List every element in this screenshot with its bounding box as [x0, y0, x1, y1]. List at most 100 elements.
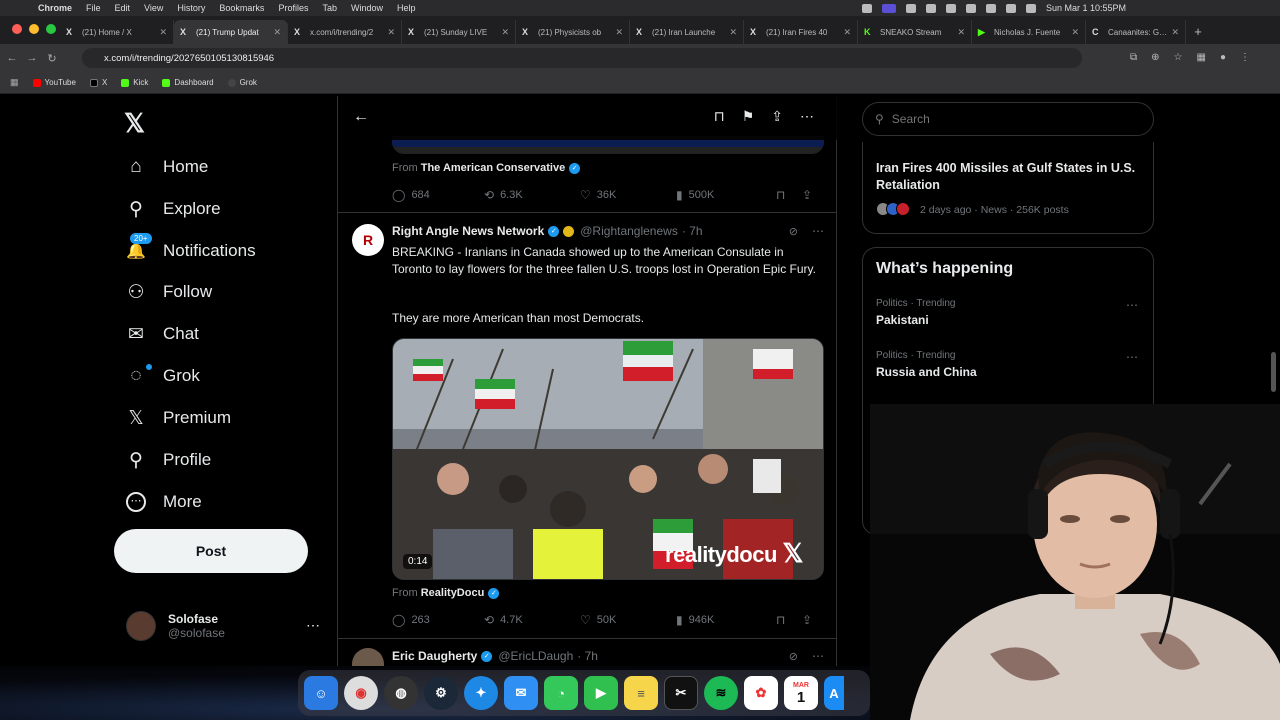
account-more-icon[interactable]: ⋯ [306, 617, 320, 634]
zoom-window-button[interactable] [46, 24, 56, 34]
browser-tab[interactable]: C Canaanites: Gods ✕ [1086, 20, 1186, 44]
close-tab-icon[interactable]: ✕ [843, 27, 851, 38]
close-tab-icon[interactable]: ✕ [957, 27, 965, 38]
clock[interactable]: Sun Mar 1 10:55PM [1046, 3, 1126, 13]
search-icon[interactable] [1006, 3, 1016, 13]
extensions-icon[interactable]: ▦ [1197, 52, 1206, 63]
share-icon[interactable]: ⇪ [771, 108, 783, 125]
safari-icon[interactable]: ✦ [464, 676, 498, 710]
capcut-icon[interactable]: ✂ [664, 676, 698, 710]
browser-tab[interactable]: ▶ Nicholas J. Fuente ✕ [972, 20, 1086, 44]
nav-chat[interactable]: ✉ Chat [124, 319, 199, 349]
back-button[interactable]: ← [4, 52, 20, 64]
menu-edit[interactable]: Edit [115, 3, 131, 13]
nav-grok[interactable]: ◌ Grok [124, 361, 200, 391]
back-arrow-icon[interactable]: ← [353, 108, 369, 126]
avatar[interactable]: R [352, 224, 384, 256]
close-tab-icon[interactable]: ✕ [273, 27, 281, 38]
tweet-time[interactable]: · 7h [577, 649, 598, 663]
close-tab-icon[interactable]: ✕ [729, 27, 737, 38]
repost-button[interactable]: ⟲ 4.7K [484, 613, 580, 627]
grok-explain-icon[interactable]: ⊘ [789, 225, 798, 238]
messages-icon[interactable]: ◔ [544, 676, 578, 710]
menu-file[interactable]: File [86, 3, 101, 13]
tweet-more-icon[interactable]: ⋯ [812, 649, 824, 663]
install-icon[interactable]: ⧉ [1130, 52, 1137, 63]
notes-icon[interactable]: ≡ [624, 676, 658, 710]
reply-button[interactable]: ◯ 263 [392, 613, 484, 627]
media-source[interactable]: From The American Conservative ✓ [392, 162, 581, 174]
more-icon[interactable]: ⋯ [800, 108, 814, 125]
reload-button[interactable]: ↻ [44, 52, 60, 65]
flag-icon[interactable]: ⚑ [742, 108, 755, 125]
menu-profiles[interactable]: Profiles [278, 3, 308, 13]
bookmark-icon[interactable]: ⊓ [714, 108, 725, 125]
headphones-icon[interactable] [946, 3, 956, 13]
search-box[interactable]: ⚲ [862, 102, 1154, 136]
menu-window[interactable]: Window [351, 3, 383, 13]
bookmark-button[interactable]: ⊓ [776, 188, 802, 202]
search-input[interactable] [891, 112, 1132, 126]
close-tab-icon[interactable]: ✕ [1171, 27, 1179, 38]
menu-chrome[interactable]: Chrome [38, 3, 72, 13]
x-logo-icon[interactable]: 𝕏 [124, 108, 145, 139]
author-name[interactable]: Eric Daugherty [392, 649, 477, 663]
trend-title[interactable]: Iran Fires 400 Missiles at Gulf States i… [876, 160, 1146, 194]
spotify-icon[interactable]: ≋ [704, 676, 738, 710]
url-bar[interactable]: x.com/i/trending/2027650105130815946 [82, 48, 1082, 68]
screen-share-icon[interactable] [882, 3, 896, 13]
app-store-icon[interactable]: A [824, 676, 844, 710]
views-button[interactable]: ▮ 946K [676, 613, 776, 627]
minimize-window-button[interactable] [29, 24, 39, 34]
control-center-icon[interactable] [1026, 3, 1036, 13]
trend-more-icon[interactable]: ⋯ [1126, 350, 1138, 364]
bookmark-star-icon[interactable]: ☆ [1174, 52, 1183, 63]
repost-button[interactable]: ⟲ 6.3K [484, 188, 580, 202]
close-tab-icon[interactable]: ✕ [1071, 27, 1079, 38]
close-window-button[interactable] [12, 24, 22, 34]
tweet-video[interactable]: 0:14 realitydocu 𝕏 [392, 338, 824, 580]
steam-icon[interactable]: ⚙ [424, 676, 458, 710]
bookmark-button[interactable]: ⊓ [776, 613, 802, 627]
author-handle[interactable]: @EricLDaugh [498, 649, 573, 663]
facetime-icon[interactable]: ▶ [584, 676, 618, 710]
photos-icon[interactable]: ✿ [744, 676, 778, 710]
bookmark-youtube[interactable]: YouTube [32, 78, 76, 87]
chrome-icon[interactable]: ◉ [344, 676, 378, 710]
chrome-menu-icon[interactable]: ⋮ [1240, 52, 1250, 63]
bookmark-kick[interactable]: Kick [121, 78, 148, 87]
wifi-icon[interactable] [986, 3, 996, 13]
status-icon[interactable] [906, 3, 916, 13]
zoom-icon[interactable]: ⊕ [1151, 52, 1159, 63]
views-button[interactable]: ▮ 500K [676, 188, 776, 202]
trend-item[interactable]: Politics · Trending Russia and China ⋯ [876, 350, 1146, 379]
like-button[interactable]: ♡ 36K [580, 188, 676, 202]
grok-explain-icon[interactable]: ⊘ [789, 650, 798, 663]
trend-more-icon[interactable]: ⋯ [1126, 298, 1138, 312]
menu-view[interactable]: View [144, 3, 163, 13]
browser-tab[interactable]: X (21) Physicists ob ✕ [516, 20, 630, 44]
browser-tab[interactable]: X (21) Iran Fires 40 ✕ [744, 20, 858, 44]
nav-more[interactable]: ⋯ More [124, 487, 202, 517]
new-tab-button[interactable]: + [1186, 20, 1210, 44]
post-button[interactable]: Post [114, 529, 308, 573]
page-scrollbar[interactable] [1271, 352, 1276, 392]
apps-grid-icon[interactable]: ▦ [10, 77, 19, 88]
close-tab-icon[interactable]: ✕ [387, 27, 395, 38]
mail-icon[interactable]: ✉ [504, 676, 538, 710]
status-icon[interactable] [862, 3, 872, 13]
share-button[interactable]: ⇪ [802, 613, 812, 627]
close-tab-icon[interactable]: ✕ [501, 27, 509, 38]
media-source[interactable]: From RealityDocu ✓ [392, 587, 500, 599]
profile-icon[interactable]: ● [1220, 52, 1226, 63]
obs-icon[interactable]: ◍ [384, 676, 418, 710]
browser-tab[interactable]: X (21) Sunday LIVE ✕ [402, 20, 516, 44]
browser-tab[interactable]: K SNEAKO Stream ✕ [858, 20, 972, 44]
author-name[interactable]: Right Angle News Network [392, 224, 544, 238]
browser-tab[interactable]: X (21) Home / X ✕ [60, 20, 174, 44]
like-button[interactable]: ♡ 50K [580, 613, 676, 627]
author-handle[interactable]: @Rightanglenews [580, 224, 678, 238]
nav-premium[interactable]: 𝕏 Premium [124, 403, 231, 433]
trend-card[interactable]: Iran Fires 400 Missiles at Gulf States i… [862, 142, 1154, 234]
browser-tab[interactable]: Xx.com/i/trending/2 ✕ [288, 20, 402, 44]
